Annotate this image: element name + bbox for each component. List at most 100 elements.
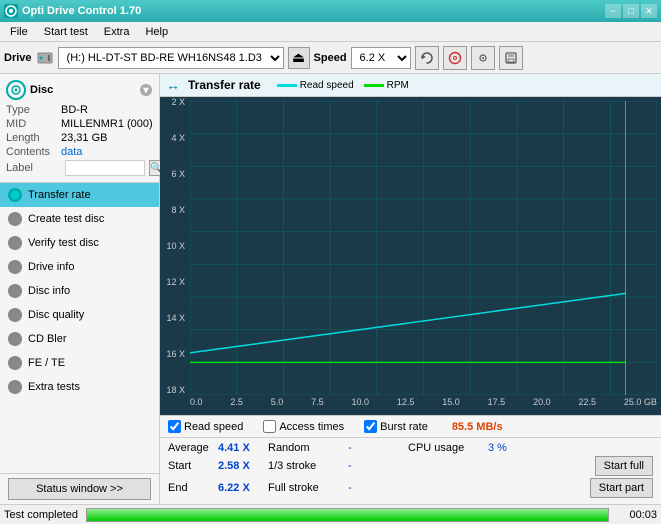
y-label-8: 8 X: [171, 205, 185, 215]
status-text: Test completed: [4, 509, 78, 521]
nav-disc-info[interactable]: Disc info: [0, 279, 159, 303]
y-label-4: 4 X: [171, 133, 185, 143]
legend-rpm: RPM: [364, 80, 409, 91]
read-speed-checkbox-label[interactable]: Read speed: [168, 420, 243, 433]
menu-file[interactable]: File: [2, 24, 36, 40]
nav-transfer-rate[interactable]: Transfer rate: [0, 183, 159, 207]
x-label-25: 25.0 GB: [624, 397, 657, 415]
random-value: -: [348, 442, 408, 454]
length-value: 23,31 GB: [61, 132, 107, 144]
access-times-checkbox-text: Access times: [279, 421, 344, 433]
y-label-2: 2 X: [171, 97, 185, 107]
onethird-value: -: [348, 460, 408, 472]
create-test-disc-icon: [8, 212, 22, 226]
random-label: Random: [268, 442, 348, 454]
burst-rate-checkbox-label[interactable]: Burst rate: [364, 420, 428, 433]
y-label-6: 6 X: [171, 169, 185, 179]
start-full-button[interactable]: Start full: [595, 456, 653, 476]
disc-mid-row: MID MILLENMR1 (000): [6, 118, 153, 130]
burst-rate-checkbox-text: Burst rate: [380, 421, 428, 433]
nav-disc-quality[interactable]: Disc quality: [0, 303, 159, 327]
y-label-12: 12 X: [166, 277, 185, 287]
x-label-20: 20.0: [533, 397, 551, 415]
progress-container: [86, 508, 609, 522]
read-speed-checkbox[interactable]: [168, 420, 181, 433]
minimize-button[interactable]: −: [605, 4, 621, 18]
fe-te-icon: [8, 356, 22, 370]
refresh-button[interactable]: [415, 46, 439, 70]
drive-info-icon: [8, 260, 22, 274]
stats-row-1: Average 4.41 X Random - CPU usage 3 %: [168, 442, 653, 454]
burst-rate-checkbox[interactable]: [364, 420, 377, 433]
extra-tests-icon: [8, 380, 22, 394]
x-label-10: 10.0: [352, 397, 370, 415]
end-value: 6.22 X: [218, 482, 268, 494]
nav-fe-te[interactable]: FE / TE: [0, 351, 159, 375]
x-label-0: 0.0: [190, 397, 203, 415]
access-times-checkbox[interactable]: [263, 420, 276, 433]
close-button[interactable]: ✕: [641, 4, 657, 18]
chart-svg: [190, 101, 657, 395]
x-label-17.5: 17.5: [488, 397, 506, 415]
chart-header: ↔ Transfer rate Read speed RPM: [160, 74, 661, 97]
start-value: 2.58 X: [218, 460, 268, 472]
drive-select[interactable]: (H:) HL-DT-ST BD-RE WH16NS48 1.D3: [58, 47, 284, 69]
legend-rpm-color: [364, 84, 384, 87]
menu-extra[interactable]: Extra: [96, 24, 138, 40]
menu-help[interactable]: Help: [137, 24, 176, 40]
cpu-label: CPU usage: [408, 442, 488, 454]
stats-row-3: End 6.22 X Full stroke - Start part: [168, 478, 653, 498]
nav-create-test-disc[interactable]: Create test disc: [0, 207, 159, 231]
settings-button[interactable]: [471, 46, 495, 70]
type-value: BD-R: [61, 104, 88, 116]
disc-header: Disc ▼: [6, 80, 153, 100]
label-input[interactable]: [65, 160, 145, 176]
chart-title-icon: ↔: [166, 77, 180, 93]
nav-verify-test-disc[interactable]: Verify test disc: [0, 231, 159, 255]
cd-bler-icon: [8, 332, 22, 346]
disc-length-row: Length 23,31 GB: [6, 132, 153, 144]
menu-start-test[interactable]: Start test: [36, 24, 96, 40]
speed-label: Speed: [314, 52, 347, 64]
cpu-value: 3 %: [488, 442, 538, 454]
label-key: Label: [6, 162, 61, 174]
x-label-5: 5.0: [271, 397, 284, 415]
disc-icon-button[interactable]: [443, 46, 467, 70]
y-label-18: 18 X: [166, 385, 185, 395]
x-label-15: 15.0: [442, 397, 460, 415]
disc-quality-icon: [8, 308, 22, 322]
sidebar: Disc ▼ Type BD-R MID MILLENMR1 (000) Len…: [0, 74, 160, 504]
mid-value: MILLENMR1 (000): [61, 118, 153, 130]
nav-extra-tests[interactable]: Extra tests: [0, 375, 159, 399]
disc-label-row: Label 🔍: [6, 160, 153, 176]
save-button[interactable]: [499, 46, 523, 70]
stats-row-2: Start 2.58 X 1/3 stroke - Start full: [168, 456, 653, 476]
x-label-22.5: 22.5: [578, 397, 596, 415]
drive-toolbar: Drive (H:) HL-DT-ST BD-RE WH16NS48 1.D3 …: [0, 42, 661, 74]
y-axis: 18 X 16 X 14 X 12 X 10 X 8 X 6 X 4 X 2 X: [160, 97, 188, 395]
access-times-checkbox-label[interactable]: Access times: [263, 420, 344, 433]
eject-button[interactable]: ⏏: [288, 47, 310, 69]
nav-drive-info[interactable]: Drive info: [0, 255, 159, 279]
avg-label: Average: [168, 442, 218, 454]
nav-disc-info-label: Disc info: [28, 285, 70, 297]
legend-read-speed: Read speed: [277, 80, 354, 91]
nav-disc-quality-label: Disc quality: [28, 309, 84, 321]
nav-extra-tests-label: Extra tests: [28, 381, 80, 393]
disc-expand-icon: ▼: [139, 83, 153, 97]
status-window-button[interactable]: Status window >>: [8, 478, 151, 500]
speed-select[interactable]: 6.2 X: [351, 47, 411, 69]
legend-read-speed-color: [277, 84, 297, 87]
maximize-button[interactable]: □: [623, 4, 639, 18]
app-icon: [4, 4, 18, 18]
start-part-button[interactable]: Start part: [590, 478, 653, 498]
progress-bar: [87, 509, 608, 521]
x-label-12.5: 12.5: [397, 397, 415, 415]
disc-info-icon: [8, 284, 22, 298]
nav-cd-bler[interactable]: CD Bler: [0, 327, 159, 351]
chart-container: 18 X 16 X 14 X 12 X 10 X 8 X 6 X 4 X 2 X…: [160, 97, 661, 415]
title-bar-controls: − □ ✕: [605, 4, 657, 18]
mid-key: MID: [6, 118, 61, 130]
disc-header-icon: [6, 80, 26, 100]
chart-legend-row: Read speed Access times Burst rate 85.5 …: [160, 415, 661, 437]
